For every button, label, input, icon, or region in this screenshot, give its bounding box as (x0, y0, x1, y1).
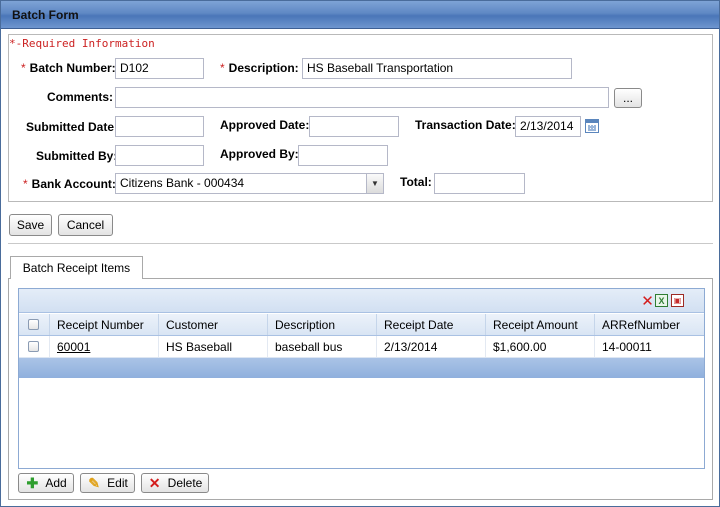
bank-account-select[interactable]: Citizens Bank - 000434 ▼ (115, 173, 384, 194)
excel-export-icon[interactable]: X (655, 294, 668, 307)
batch-number-field[interactable]: D102 (115, 58, 204, 79)
table-row[interactable]: 60001 HS Baseball baseball bus 2/13/2014… (19, 336, 704, 358)
comments-field[interactable] (115, 87, 609, 108)
edit-button[interactable]: ✎ Edit (80, 473, 135, 493)
description-field[interactable]: HS Baseball Transportation (302, 58, 572, 79)
cancel-button[interactable]: Cancel (58, 214, 113, 236)
approved-by-field[interactable] (298, 145, 388, 166)
delete-x-icon[interactable]: ✕ (641, 293, 654, 310)
submitted-date-label: Submitted Date: (26, 120, 119, 134)
calendar-icon[interactable] (585, 119, 599, 133)
chevron-down-icon[interactable]: ▼ (366, 174, 383, 193)
ar-ref-number-cell: 14-00011 (602, 339, 652, 354)
row-checkbox-cell (19, 336, 50, 357)
grid-footer-bar (19, 358, 704, 378)
tab-batch-receipt-items[interactable]: Batch Receipt Items (10, 256, 143, 279)
receipt-items-grid: ✕ X ▣ Receipt Number Customer Descriptio… (18, 288, 705, 469)
column-header-ar-ref-number[interactable]: ARRefNumber (595, 314, 704, 335)
pencil-icon: ✎ (88, 474, 101, 491)
column-header-receipt-amount[interactable]: Receipt Amount (486, 314, 595, 335)
column-header-receipt-date[interactable]: Receipt Date (377, 314, 486, 335)
pdf-export-icon[interactable]: ▣ (671, 294, 684, 307)
column-header-receipt-number[interactable]: Receipt Number (50, 314, 159, 335)
receipt-number-link[interactable]: 60001 (57, 340, 90, 354)
delete-button[interactable]: ✕ Delete (141, 473, 209, 493)
comments-label: Comments: (47, 90, 114, 104)
approved-date-field[interactable] (309, 116, 399, 137)
comments-ellipsis-button[interactable]: ... (614, 88, 642, 108)
add-button[interactable]: ✚ Add (18, 473, 74, 493)
grid-header-row: Receipt Number Customer Description Rece… (19, 314, 704, 336)
column-header-customer[interactable]: Customer (159, 314, 268, 335)
submitted-by-label: Submitted By: (36, 149, 118, 163)
receipt-amount-cell: $1,600.00 (486, 336, 595, 357)
required-legend: *-Required Information (9, 37, 155, 50)
grid-toolbar: ✕ X ▣ (19, 289, 704, 313)
total-field[interactable] (434, 173, 525, 194)
transaction-date-label: Transaction Date: (415, 118, 516, 132)
customer-cell: HS Baseball (159, 336, 268, 357)
receipt-date-cell: 2/13/2014 (377, 336, 486, 357)
bank-account-label: * Bank Account: (23, 177, 116, 191)
select-all-cell (19, 314, 50, 335)
delete-x-icon: ✕ (148, 474, 161, 491)
batch-form-window: Batch Form *-Required Information * Batch… (0, 0, 720, 507)
title-bar: Batch Form (1, 1, 719, 29)
approved-date-label: Approved Date: (220, 118, 310, 132)
section-divider (8, 243, 713, 244)
column-header-description[interactable]: Description (268, 314, 377, 335)
select-all-checkbox[interactable] (28, 319, 39, 330)
approved-by-label: Approved By: (220, 147, 299, 161)
submitted-date-field[interactable] (115, 116, 204, 137)
plus-icon: ✚ (26, 474, 39, 491)
transaction-date-field[interactable]: 2/13/2014 (515, 116, 581, 137)
description-label: * Description: (220, 61, 299, 75)
submitted-by-field[interactable] (115, 145, 204, 166)
save-button[interactable]: Save (9, 214, 52, 236)
bank-account-value: Citizens Bank - 000434 (120, 176, 245, 190)
total-label: Total: (400, 175, 432, 189)
batch-number-label: * Batch Number: (21, 61, 116, 75)
window-title: Batch Form (12, 8, 79, 22)
receipt-number-cell: 60001 (50, 336, 159, 357)
description-cell: baseball bus (268, 336, 377, 357)
row-checkbox[interactable] (28, 341, 39, 352)
